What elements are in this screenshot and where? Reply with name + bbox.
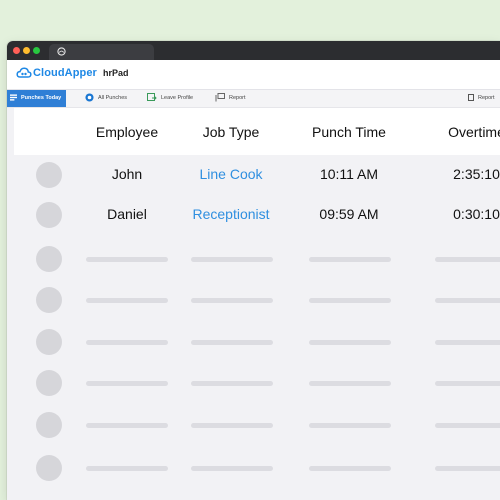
tab-label: All Punches: [98, 95, 128, 101]
close-window-button[interactable]: [13, 47, 20, 54]
skeleton-bar: [309, 340, 391, 345]
skeleton-bar: [86, 423, 168, 428]
placeholder-row: [14, 322, 500, 362]
job-type-link[interactable]: Receptionist: [178, 206, 284, 222]
skeleton-bar: [86, 298, 168, 303]
app-header: CloudApper hrPad: [7, 60, 500, 90]
nav-bar: Punches Today All Punches Leave Profile …: [7, 90, 500, 108]
placeholder-row: [14, 239, 500, 279]
document-icon: [468, 94, 474, 102]
table-row[interactable]: John Line Cook 10:11 AM 2:35:10: [14, 155, 500, 195]
skeleton-bar: [309, 298, 391, 303]
skeleton-bar: [435, 423, 500, 428]
column-header-job-type: Job Type: [202, 124, 260, 140]
placeholder-row: [14, 405, 500, 445]
app-window: CloudApper hrPad Punches Today All Punch…: [7, 41, 500, 500]
browser-tab[interactable]: [49, 44, 154, 60]
skeleton-bar: [86, 466, 168, 471]
skeleton-bar: [435, 466, 500, 471]
browser-titlebar: [7, 41, 500, 60]
overtime: 0:30:10: [453, 206, 500, 222]
minimize-window-button[interactable]: [23, 47, 30, 54]
skeleton-bar: [435, 381, 500, 386]
avatar: [36, 202, 62, 228]
app-name: hrPad: [103, 68, 129, 78]
skeleton-bar: [191, 423, 273, 428]
tab-punches-today[interactable]: Punches Today: [7, 90, 67, 107]
skeleton-bar: [86, 340, 168, 345]
avatar: [36, 162, 62, 188]
tab-leave-profile[interactable]: Leave Profile: [147, 90, 193, 107]
skeleton-bar: [309, 257, 391, 262]
avatar-placeholder: [36, 287, 62, 313]
avatar-placeholder: [36, 329, 62, 355]
column-header-punch-time: Punch Time: [312, 124, 386, 140]
table-row[interactable]: Daniel Receptionist 09:59 AM 0:30:10: [14, 195, 500, 235]
punch-time: 09:59 AM: [319, 206, 379, 222]
report-icon: [215, 93, 225, 102]
tab-label: Punches Today: [21, 95, 62, 101]
tab-label: Leave Profile: [161, 95, 194, 101]
placeholder-row: [14, 448, 500, 488]
skeleton-bar: [191, 466, 273, 471]
tab-report-right[interactable]: Report: [468, 90, 495, 107]
skeleton-bar: [86, 257, 168, 262]
maximize-window-button[interactable]: [33, 47, 40, 54]
job-type-link[interactable]: Line Cook: [178, 166, 284, 182]
punches-table: Employee Job Type Punch Time Overtime Jo…: [14, 108, 500, 500]
tab-report[interactable]: Report: [215, 90, 246, 107]
column-header-employee: Employee: [95, 124, 159, 140]
brand-name: CloudApper: [33, 67, 97, 79]
cloudapper-logo-icon: [16, 67, 32, 78]
employee-name: John: [111, 166, 143, 182]
app-tab-icon: [57, 47, 66, 56]
punch-list-icon: [10, 94, 17, 101]
skeleton-bar: [435, 340, 500, 345]
overtime: 2:35:10: [453, 166, 500, 182]
column-header-overtime: Overtime: [448, 124, 500, 140]
skeleton-bar: [309, 466, 391, 471]
placeholder-row: [14, 280, 500, 320]
leave-profile-icon: [147, 93, 157, 102]
punch-time: 10:11 AM: [319, 166, 379, 182]
tab-all-punches[interactable]: All Punches: [85, 90, 127, 107]
skeleton-bar: [309, 423, 391, 428]
avatar-placeholder: [36, 370, 62, 396]
skeleton-bar: [309, 381, 391, 386]
skeleton-bar: [435, 257, 500, 262]
avatar-placeholder: [36, 246, 62, 272]
table-header: Employee Job Type Punch Time Overtime: [14, 108, 500, 155]
tab-label: Report: [478, 95, 495, 101]
tab-label: Report: [229, 95, 246, 101]
avatar-placeholder: [36, 412, 62, 438]
avatar-placeholder: [36, 455, 62, 481]
skeleton-bar: [191, 340, 273, 345]
skeleton-bar: [435, 298, 500, 303]
skeleton-bar: [191, 381, 273, 386]
skeleton-bar: [191, 298, 273, 303]
globe-icon: [85, 93, 94, 102]
placeholder-row: [14, 363, 500, 403]
employee-name: Daniel: [107, 206, 147, 222]
skeleton-bar: [86, 381, 168, 386]
skeleton-bar: [191, 257, 273, 262]
